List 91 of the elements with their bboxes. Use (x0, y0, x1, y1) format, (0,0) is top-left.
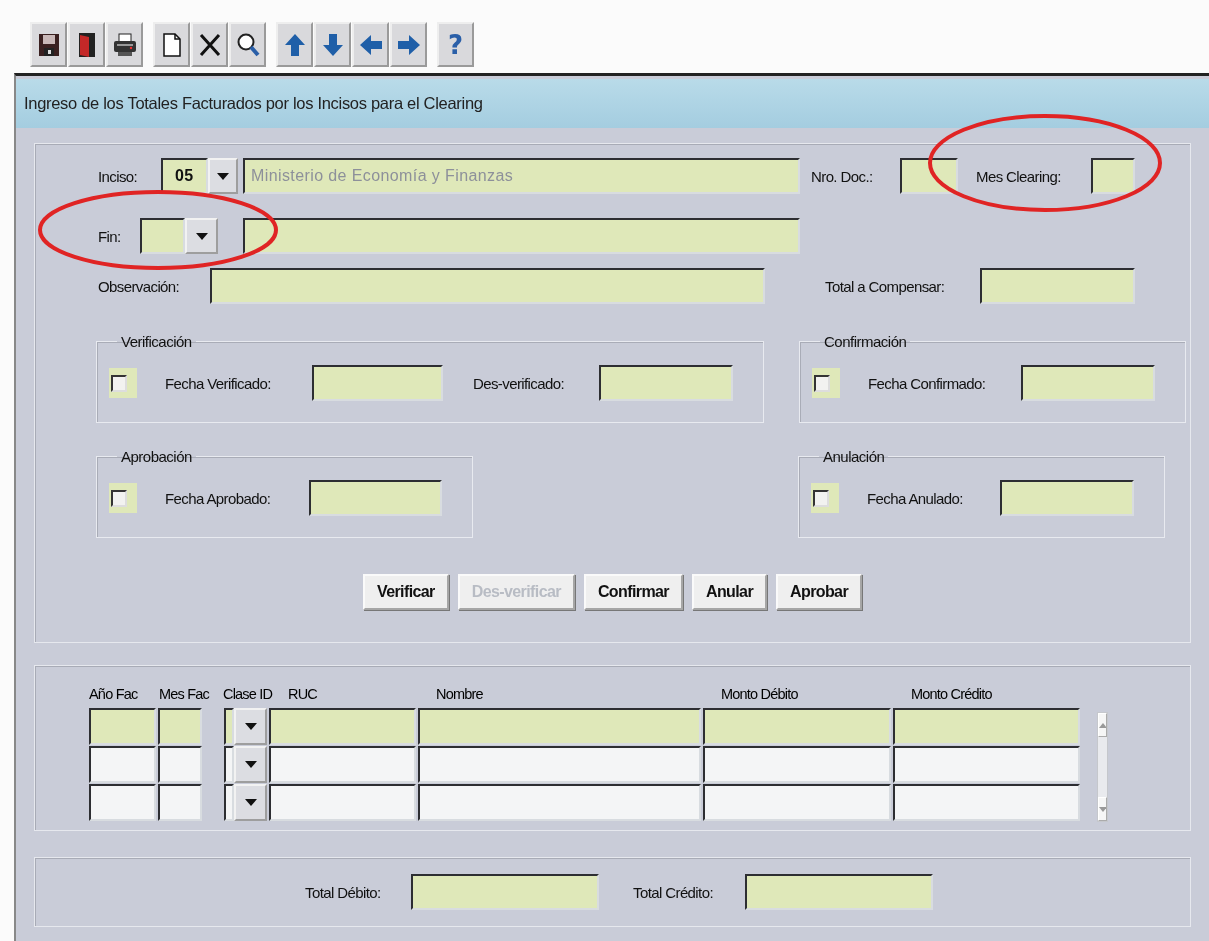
toolbar-button[interactable] (191, 22, 228, 67)
column-header: Clase ID (223, 685, 274, 704)
toolbar-button[interactable] (153, 22, 190, 67)
action-button[interactable]: Confirmar (583, 574, 683, 610)
table-cell[interactable] (418, 708, 701, 745)
input-field[interactable] (210, 268, 765, 304)
group-title: Anulación (822, 448, 886, 465)
column-header: Monto Crédito (911, 685, 993, 704)
input-field[interactable] (243, 218, 800, 254)
table-cell[interactable] (893, 746, 1080, 783)
help-button[interactable]: ? (437, 22, 474, 67)
field-label: Des-verificado: (473, 374, 566, 392)
caret-down-icon (243, 722, 258, 731)
date-field[interactable] (1000, 480, 1134, 516)
field-label: Inciso: (98, 167, 139, 185)
dropdown-button[interactable] (208, 158, 238, 194)
table-cell[interactable] (703, 784, 891, 821)
caret-down-icon (243, 760, 258, 769)
checkbox[interactable] (109, 368, 137, 398)
table-cell[interactable] (158, 784, 202, 821)
field-label: Total a Compensar: (825, 277, 946, 295)
field-label: Total Crédito: (633, 883, 714, 901)
column-header: Monto Débito (721, 685, 799, 704)
table-cell[interactable] (703, 746, 891, 783)
table-cell[interactable] (269, 746, 416, 783)
field-label: Total Débito: (305, 883, 382, 901)
date-field[interactable] (1021, 365, 1155, 401)
group-title: Verificación (120, 333, 193, 350)
scroll-up-button[interactable] (1098, 713, 1107, 737)
date-field[interactable] (312, 365, 443, 401)
field-label: Nro. Doc.: (811, 167, 874, 185)
field-label: Fecha Aprobado: (165, 489, 272, 507)
code-field[interactable] (140, 218, 185, 254)
dropdown-button[interactable] (234, 784, 267, 821)
field-label: Mes Clearing: (976, 167, 1062, 185)
field-label: Fecha Anulado: (867, 489, 964, 507)
table-cell[interactable] (893, 708, 1080, 745)
dropdown-button[interactable] (185, 218, 218, 254)
action-button[interactable]: Aprobar (776, 574, 863, 610)
caret-down-icon (243, 798, 258, 807)
toolbar-button[interactable] (229, 22, 266, 67)
column-header: Nombre (436, 685, 484, 704)
group-title: Aprobación (120, 448, 193, 465)
date-field[interactable] (599, 365, 733, 401)
scroll-down-button[interactable] (1098, 797, 1107, 821)
caret-down-icon (216, 171, 230, 181)
table-cell[interactable] (703, 708, 891, 745)
table-cell[interactable] (224, 708, 234, 745)
column-header: Mes Fac (159, 685, 210, 704)
action-button[interactable]: Verificar (362, 574, 449, 610)
caret-up-icon (1099, 722, 1106, 728)
caret-down-icon (1099, 806, 1106, 812)
toolbar-button[interactable] (106, 22, 143, 67)
table-cell[interactable] (269, 708, 416, 745)
checkbox[interactable] (811, 483, 839, 513)
field-label: Fecha Confirmado: (868, 374, 987, 392)
table-cell[interactable] (224, 746, 234, 783)
field-label: Fin: (98, 227, 122, 245)
field-label: Observación: (98, 277, 181, 295)
dropdown-button[interactable] (234, 708, 267, 745)
printer-icon (112, 30, 137, 59)
date-field[interactable] (309, 480, 442, 516)
column-header: RUC (288, 685, 318, 704)
table-cell[interactable] (269, 784, 416, 821)
window-title: Ingreso de los Totales Facturados por los Incisos para el Clearing (16, 79, 1209, 128)
field-label: Fecha Verificado: (165, 374, 272, 392)
table-cell[interactable] (89, 708, 156, 745)
group-title: Confirmación (823, 333, 908, 350)
scrollbar[interactable] (1097, 712, 1108, 822)
code-field[interactable]: 05 (161, 158, 208, 194)
action-button[interactable]: Anular (691, 574, 767, 610)
input-field[interactable] (980, 268, 1135, 304)
checkbox[interactable] (109, 483, 137, 513)
toolbar-button[interactable] (68, 22, 105, 67)
table-cell[interactable] (418, 746, 701, 783)
table-cell[interactable] (418, 784, 701, 821)
total-field[interactable] (745, 874, 933, 910)
table-cell[interactable] (893, 784, 1080, 821)
table-cell[interactable] (89, 784, 156, 821)
dropdown-button[interactable] (234, 746, 267, 783)
input-field[interactable] (1091, 158, 1135, 194)
caret-down-icon (194, 231, 209, 241)
table-cell[interactable] (224, 784, 234, 821)
toolbar-button[interactable] (30, 22, 67, 67)
table-cell[interactable] (158, 708, 202, 745)
input-field[interactable] (900, 158, 958, 194)
column-header: Año Fac (89, 685, 139, 704)
checkbox[interactable] (812, 368, 840, 398)
table-cell[interactable] (158, 746, 202, 783)
table-cell[interactable] (89, 746, 156, 783)
total-field[interactable] (411, 874, 599, 910)
